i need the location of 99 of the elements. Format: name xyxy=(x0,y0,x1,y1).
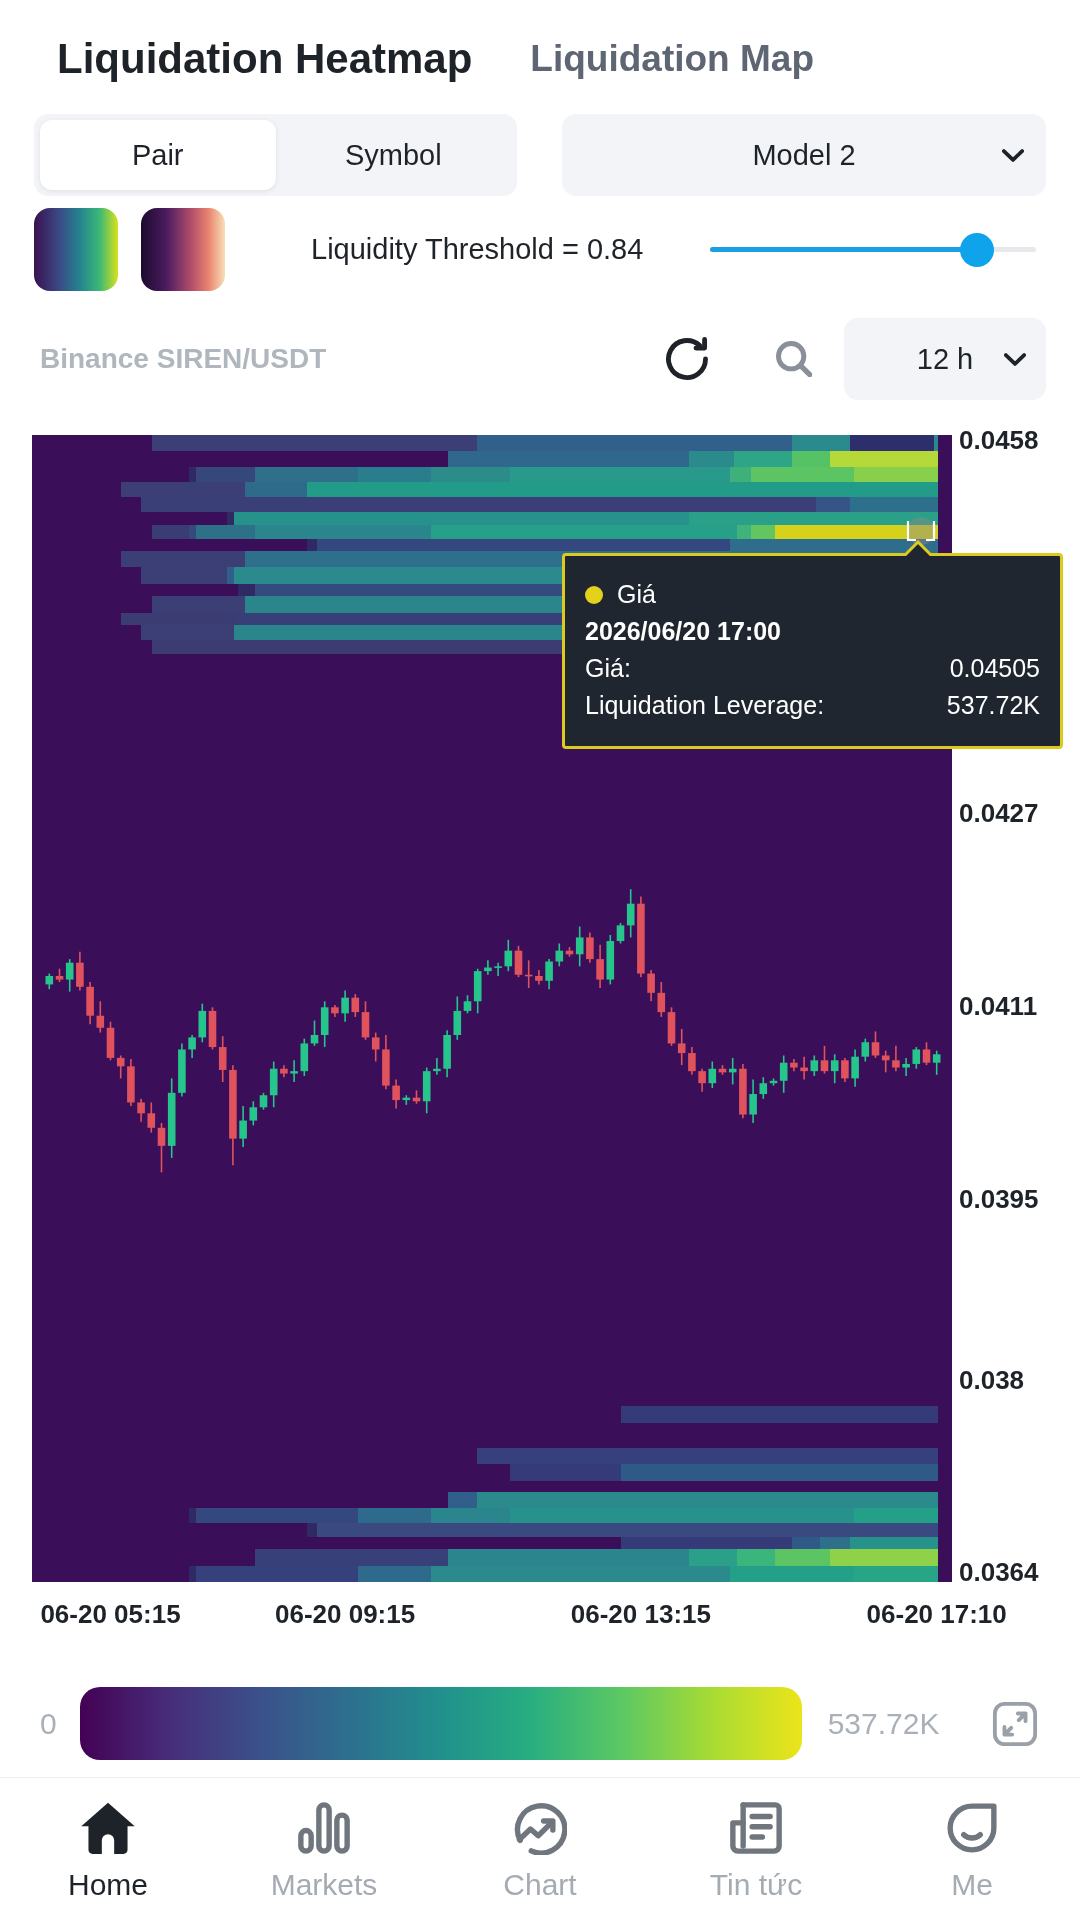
candle xyxy=(820,1045,829,1075)
slider-track[interactable] xyxy=(710,247,1036,252)
candle xyxy=(76,951,84,992)
time-axis-label: 06-20 05:15 xyxy=(40,1599,181,1629)
candle xyxy=(871,1030,880,1059)
search-icon[interactable] xyxy=(776,341,812,377)
trend-chart-icon xyxy=(513,1801,567,1855)
candle xyxy=(208,1006,217,1051)
tooltip-label: Giá: xyxy=(585,654,631,683)
candle xyxy=(137,1098,145,1123)
tooltip-label: Liquidation Leverage: xyxy=(585,691,825,720)
tooltip-value: 0.04505 xyxy=(949,654,1040,683)
candle xyxy=(861,1037,870,1063)
price-axis-label: 0.038 xyxy=(959,1364,1025,1395)
candle xyxy=(300,1037,309,1077)
palette-swatch-icon[interactable] xyxy=(34,208,118,291)
price-axis-label: 0.0364 xyxy=(959,1557,1039,1588)
candle xyxy=(239,1105,247,1148)
candle xyxy=(433,1057,441,1076)
smiley-icon xyxy=(945,1801,999,1855)
candle xyxy=(851,1048,859,1088)
candle xyxy=(524,959,533,989)
time-axis-label: 06-20 13:15 xyxy=(570,1599,711,1629)
threshold-label: Liquidity Threshold = 0.84 xyxy=(311,233,644,266)
candle xyxy=(249,1100,258,1127)
candle xyxy=(688,1046,696,1076)
price-axis-label: 0.0427 xyxy=(959,798,1039,829)
candle xyxy=(892,1045,900,1072)
segment-tab[interactable]: Symbol xyxy=(275,120,511,190)
candle xyxy=(800,1055,808,1081)
chevron-down-icon xyxy=(1002,148,1024,162)
model-dropdown[interactable]: Model 2 xyxy=(562,114,1046,196)
candle xyxy=(382,1034,390,1090)
price-axis-label: 0.0458 xyxy=(959,424,1039,455)
candle xyxy=(188,1034,196,1059)
candle xyxy=(749,1078,757,1124)
view-tab[interactable]: Liquidation Heatmap xyxy=(57,34,473,84)
scale-min-label: 0 xyxy=(40,1706,57,1741)
candle xyxy=(830,1053,839,1084)
candle xyxy=(504,939,513,972)
tooltip-value: 537.72K xyxy=(946,691,1040,720)
bar-chart-icon xyxy=(297,1801,351,1855)
candle xyxy=(932,1049,941,1076)
candle xyxy=(443,1029,451,1078)
tooltip-series-name: Giá xyxy=(617,580,656,609)
candle xyxy=(514,945,523,978)
refresh-icon[interactable] xyxy=(665,337,709,381)
expand-icon[interactable] xyxy=(992,1700,1038,1747)
scale-max-label: 537.72K xyxy=(827,1706,940,1741)
candle xyxy=(178,1042,186,1098)
nav-tab[interactable]: Home xyxy=(0,1778,216,1921)
candle xyxy=(698,1067,706,1093)
candle xyxy=(127,1058,135,1107)
candle xyxy=(922,1041,931,1066)
candle xyxy=(86,981,94,1025)
segment-tab[interactable]: Pair xyxy=(40,120,276,190)
slider-thumb[interactable] xyxy=(960,232,995,267)
candle xyxy=(96,1000,105,1034)
candle xyxy=(790,1058,798,1072)
candle xyxy=(45,972,54,990)
candle xyxy=(341,989,349,1023)
palette-swatch-icon[interactable] xyxy=(141,208,225,291)
crosshair-marker-icon xyxy=(906,517,936,545)
tooltip-time: 2026/06/20 17:00 xyxy=(585,617,781,646)
candle xyxy=(657,981,666,1018)
candle xyxy=(535,969,543,986)
time-axis-label: 06-20 09:15 xyxy=(275,1599,416,1629)
candle xyxy=(667,1006,676,1047)
legend-dot-icon xyxy=(585,585,603,604)
candle xyxy=(280,1064,288,1078)
candle xyxy=(841,1057,849,1083)
view-tab[interactable]: Liquidation Map xyxy=(530,37,814,81)
home-icon xyxy=(81,1801,135,1855)
candle xyxy=(586,931,594,964)
market-label: Binance SIREN/USDT xyxy=(40,343,327,375)
candle xyxy=(371,1031,380,1063)
candle xyxy=(402,1094,411,1106)
candle xyxy=(902,1057,910,1077)
price-axis-label: 0.0395 xyxy=(959,1183,1039,1214)
candle xyxy=(484,959,492,976)
price-axis-label: 0.0411 xyxy=(959,991,1038,1022)
candle xyxy=(331,1004,339,1018)
time-axis-label: 06-20 17:10 xyxy=(866,1599,1007,1629)
candle xyxy=(218,1035,227,1083)
candle xyxy=(739,1063,747,1119)
interval-dropdown[interactable]: 12 h xyxy=(844,318,1046,400)
candle xyxy=(290,1059,298,1083)
newspaper-icon xyxy=(729,1801,783,1855)
candle xyxy=(810,1054,819,1077)
candle xyxy=(912,1046,921,1070)
candle xyxy=(596,943,604,989)
candle xyxy=(647,969,655,1003)
candle xyxy=(677,1028,686,1066)
candle xyxy=(545,958,553,990)
candle xyxy=(392,1078,400,1110)
candle xyxy=(881,1049,890,1074)
chevron-down-icon xyxy=(1004,352,1026,366)
candle xyxy=(198,1002,207,1044)
candle xyxy=(494,961,502,977)
